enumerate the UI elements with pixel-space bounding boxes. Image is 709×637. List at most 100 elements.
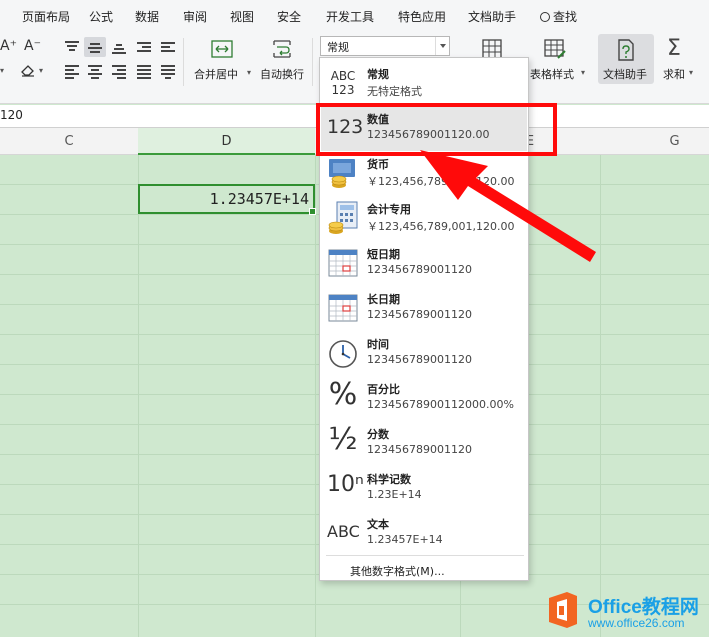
text-abc-icon: ABC	[327, 522, 360, 541]
format-name: 时间	[367, 338, 389, 351]
percent-icon: %	[328, 377, 358, 412]
more-number-formats-link[interactable]: 其他数字格式(M)...	[350, 563, 445, 579]
tab-developer[interactable]: 开发工具	[326, 8, 374, 25]
grid-line	[315, 155, 316, 637]
format-sample: 1.23E+14	[367, 488, 422, 501]
format-name: 货币	[367, 158, 389, 171]
distributed-icon[interactable]	[160, 64, 176, 79]
format-sample: 无特定格式	[367, 85, 422, 98]
tab-special-apps[interactable]: 特色应用	[398, 8, 446, 25]
align-middle-icon[interactable]	[87, 40, 103, 54]
align-bottom-icon[interactable]	[111, 40, 127, 54]
column-header-c[interactable]: C	[0, 128, 138, 155]
format-sample: 123456789001120	[367, 353, 472, 366]
tab-formulas[interactable]: 公式	[89, 8, 113, 25]
scientific-icon: 10ⁿ	[327, 472, 364, 497]
tab-data[interactable]: 数据	[135, 8, 159, 25]
table-style-button[interactable]: 表格样式	[530, 66, 574, 82]
calendar-long-icon	[328, 294, 358, 322]
indent-increase-icon[interactable]	[160, 40, 176, 54]
format-item-percentage[interactable]: % 百分比 12345678900112000.00%	[321, 376, 527, 421]
chevron-down-icon[interactable]	[435, 37, 449, 55]
fraction-icon: ½	[328, 422, 358, 457]
number-format-value: 常规	[327, 41, 349, 54]
format-item-fraction[interactable]: ½ 分数 123456789001120	[321, 421, 527, 466]
sum-button[interactable]: 求和	[663, 66, 685, 82]
font-color-dropdown-icon[interactable]: ▾	[0, 66, 4, 75]
format-item-currency[interactable]: 货币 ￥123,456,789,001,120.00	[321, 151, 527, 196]
format-sample: 123456789001120	[367, 263, 472, 276]
format-item-general[interactable]: ABC 123 常规 无特定格式	[321, 61, 527, 106]
format-name: 科学记数	[367, 473, 411, 486]
column-header-d[interactable]: D	[138, 128, 315, 155]
sum-dropdown-icon[interactable]: ▾	[689, 68, 693, 77]
eraser-icon[interactable]	[20, 62, 36, 77]
format-item-time[interactable]: 时间 123456789001120	[321, 331, 527, 376]
merge-dropdown-icon[interactable]: ▾	[247, 68, 251, 77]
format-sample: ￥123,456,789,001,120.00	[367, 220, 515, 233]
format-sample: 123456789001120	[367, 308, 472, 321]
merge-center-icon[interactable]	[210, 38, 234, 60]
menu-separator	[326, 555, 524, 556]
sum-icon[interactable]: Σ	[667, 36, 681, 61]
doc-helper-button[interactable]: 文档助手	[603, 66, 647, 82]
calculator-coins-icon	[328, 201, 358, 234]
tab-security[interactable]: 安全	[277, 8, 301, 25]
wrap-text-icon[interactable]	[270, 38, 294, 60]
formula-bar-value: 120	[0, 108, 23, 122]
format-sample: 1.23457E+14	[367, 533, 443, 546]
clock-icon	[329, 340, 357, 368]
currency-coins-icon	[329, 159, 355, 188]
format-item-short-date[interactable]: 短日期 123456789001120	[321, 241, 527, 286]
highlight-box	[316, 103, 557, 156]
search-icon	[540, 12, 550, 22]
tab-review[interactable]: 审阅	[183, 8, 207, 25]
table-style-icon[interactable]	[543, 38, 567, 60]
number-format-select[interactable]: 常规	[320, 36, 450, 56]
ribbon-separator	[183, 38, 184, 86]
font-shrink-button[interactable]: A⁻	[24, 38, 41, 54]
indent-decrease-icon[interactable]	[136, 40, 152, 54]
grid-line	[600, 155, 601, 637]
format-name: 文本	[367, 518, 389, 531]
format-name: 分数	[367, 428, 389, 441]
align-top-icon[interactable]	[64, 40, 80, 54]
format-sample: 12345678900112000.00%	[367, 398, 514, 411]
format-name: 短日期	[367, 248, 400, 261]
format-name: 长日期	[367, 293, 400, 306]
watermark-title: Office教程网	[588, 597, 699, 618]
calendar-short-icon	[328, 249, 358, 277]
tab-page-layout[interactable]: 页面布局	[22, 8, 70, 25]
abc-123-icon: ABC 123	[330, 69, 356, 97]
font-grow-button[interactable]: A⁺	[0, 38, 17, 54]
format-sample: 123456789001120	[367, 443, 472, 456]
format-name: 常规	[367, 68, 389, 81]
format-item-text[interactable]: ABC 文本 1.23457E+14	[321, 511, 527, 556]
watermark-url: www.office26.com	[588, 616, 685, 630]
table-style-dropdown-icon[interactable]: ▾	[581, 68, 585, 77]
doc-helper-icon[interactable]	[615, 38, 637, 62]
tab-view[interactable]: 视图	[230, 8, 254, 25]
format-item-long-date[interactable]: 长日期 123456789001120	[321, 286, 527, 331]
menu-bar: 页面布局 公式 数据 审阅 视图 安全 开发工具 特色应用 文档助手 查找	[0, 0, 709, 30]
tab-doc-helper[interactable]: 文档助手	[468, 8, 516, 25]
align-center-icon[interactable]	[87, 64, 103, 79]
format-name: 会计专用	[367, 203, 411, 216]
clear-dropdown-icon[interactable]: ▾	[39, 66, 43, 75]
align-right-icon[interactable]	[111, 64, 127, 79]
office-logo-icon	[549, 592, 577, 628]
active-cell-d2[interactable]: 1.23457E+14	[138, 184, 316, 215]
ribbon-separator	[312, 38, 313, 86]
search-label: 查找	[553, 10, 578, 24]
merge-center-button[interactable]: 合并居中	[194, 66, 238, 82]
format-item-scientific[interactable]: 10ⁿ 科学记数 1.23E+14	[321, 466, 527, 511]
wrap-text-button[interactable]: 自动换行	[260, 66, 304, 82]
format-sample: ￥123,456,789,001,120.00	[367, 175, 515, 188]
align-left-icon[interactable]	[64, 64, 80, 79]
format-name: 百分比	[367, 383, 400, 396]
search-tab[interactable]: 查找	[540, 8, 577, 25]
column-header-g[interactable]: G	[640, 128, 709, 155]
grid-line	[138, 155, 139, 637]
justify-icon[interactable]	[136, 64, 152, 79]
format-item-accounting[interactable]: 会计专用 ￥123,456,789,001,120.00	[321, 196, 527, 241]
